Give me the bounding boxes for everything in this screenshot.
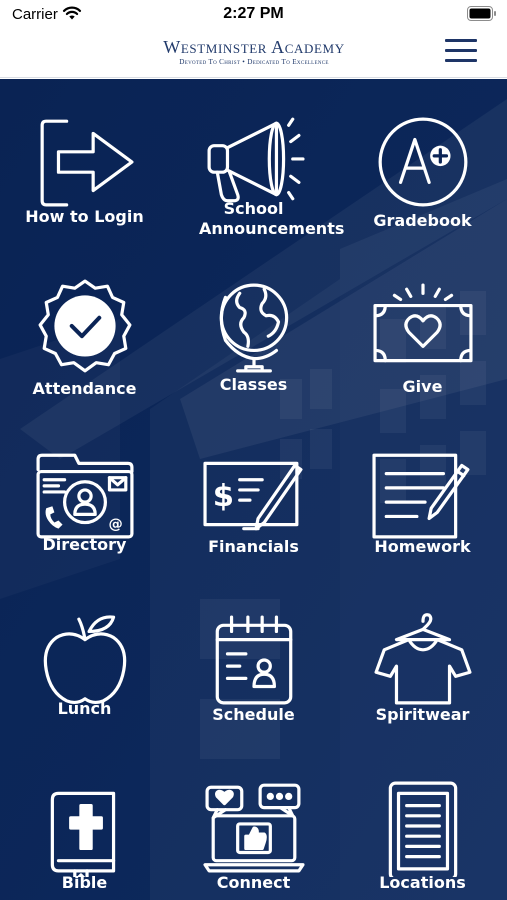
feature-grid: How to Login School Announcements Gradeb… (0, 79, 507, 900)
tile-label: Give (402, 377, 443, 396)
tablet-list-icon (372, 775, 474, 877)
check-badge-icon (34, 277, 136, 379)
tile-how-to-login[interactable]: How to Login (0, 93, 169, 263)
tshirt-hanger-icon (372, 609, 474, 711)
battery-icon (467, 6, 496, 21)
tile-bible[interactable]: Bible (0, 757, 169, 900)
tile-gradebook[interactable]: Gradebook (338, 93, 507, 263)
login-arrow-icon (34, 111, 136, 213)
tile-schedule[interactable]: Schedule (169, 591, 338, 761)
tile-label: Classes (219, 375, 288, 394)
tile-label: School Announcements (199, 199, 345, 238)
school-name: Westminster Academy (163, 37, 345, 57)
money-heart-icon (372, 277, 474, 379)
tile-locations[interactable]: Locations (338, 757, 507, 900)
calendar-person-icon (203, 609, 305, 711)
tile-label: Schedule (212, 705, 295, 724)
svg-text:$: $ (213, 479, 234, 514)
tile-label: How to Login (25, 207, 144, 226)
tile-label: Lunch (57, 699, 112, 718)
tile-school-announcements[interactable]: School Announcements (169, 93, 345, 263)
tile-spiritwear[interactable]: Spiritwear (338, 591, 507, 761)
bible-cross-icon (34, 775, 136, 877)
tile-attendance[interactable]: Attendance (0, 259, 169, 429)
apple-icon (34, 609, 136, 711)
main-grid-area: How to Login School Announcements Gradeb… (0, 79, 507, 900)
contact-folder-icon: @ (22, 443, 148, 545)
tile-label: Attendance (32, 379, 137, 398)
tile-label: Homework (374, 537, 471, 556)
tile-label: Directory (42, 535, 127, 554)
megaphone-icon (203, 111, 305, 213)
tile-homework[interactable]: Homework (338, 425, 507, 595)
check-pen-icon: $ (203, 443, 305, 545)
tile-label: Financials (208, 537, 299, 556)
status-bar: Carrier 2:27 PM (0, 0, 507, 30)
tile-label: Spiritwear (375, 705, 470, 724)
a-plus-grade-icon (372, 111, 474, 213)
tile-give[interactable]: Give (338, 259, 507, 429)
tile-label: Connect (216, 873, 291, 892)
tile-label: Gradebook (373, 211, 472, 230)
school-logo: Westminster Academy Devoted To Christ • … (144, 38, 364, 66)
globe-icon (203, 277, 305, 379)
hamburger-menu-icon[interactable] (445, 39, 477, 67)
svg-text:@: @ (108, 517, 122, 533)
tile-label: Locations (379, 873, 466, 892)
social-laptop-icon (203, 775, 305, 877)
tile-connect[interactable]: Connect (169, 757, 338, 900)
app-header: Westminster Academy Devoted To Christ • … (0, 30, 507, 78)
tile-directory[interactable]: @ Directory (0, 425, 169, 595)
status-time: 2:27 PM (223, 5, 284, 22)
school-tagline: Devoted To Christ • Dedicated To Excelle… (179, 58, 329, 66)
tile-classes[interactable]: Classes (169, 259, 338, 429)
tile-label: Bible (61, 873, 108, 892)
tile-financials[interactable]: $ Financials (169, 425, 338, 595)
notepad-pencil-icon (372, 443, 474, 545)
tile-lunch[interactable]: Lunch (0, 591, 169, 761)
